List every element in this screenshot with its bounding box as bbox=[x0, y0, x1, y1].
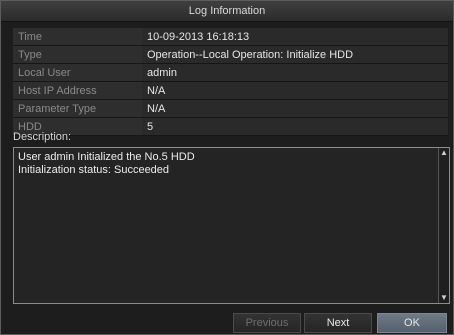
info-row-time: Time 10-09-2013 16:18:13 bbox=[13, 28, 448, 46]
log-info-table: Time 10-09-2013 16:18:13 Type Operation-… bbox=[13, 28, 448, 136]
info-row-type: Type Operation--Local Operation: Initial… bbox=[13, 45, 448, 64]
info-row-host-ip: Host IP Address N/A bbox=[13, 81, 448, 100]
description-line: User admin Initialized the No.5 HDD bbox=[18, 151, 195, 163]
ok-button[interactable]: OK bbox=[377, 313, 447, 333]
info-label: Time bbox=[13, 28, 142, 46]
description-text: User admin Initialized the No.5 HDD Init… bbox=[18, 151, 195, 177]
next-button[interactable]: Next bbox=[304, 313, 372, 333]
log-information-dialog: Log Information Time 10-09-2013 16:18:13… bbox=[0, 0, 454, 335]
info-row-local-user: Local User admin bbox=[13, 63, 448, 82]
description-textarea[interactable]: User admin Initialized the No.5 HDD Init… bbox=[13, 147, 450, 304]
info-label: Type bbox=[13, 45, 142, 64]
info-value: 5 bbox=[142, 117, 448, 136]
info-label: Parameter Type bbox=[13, 99, 142, 118]
description-scrollbar[interactable]: ▲ ▼ bbox=[438, 148, 449, 303]
dialog-title: Log Information bbox=[1, 1, 453, 22]
info-row-hdd: HDD 5 bbox=[13, 117, 448, 136]
info-value: 10-09-2013 16:18:13 bbox=[142, 28, 448, 46]
info-value: N/A bbox=[142, 99, 448, 118]
info-label: Local User bbox=[13, 63, 142, 82]
scroll-up-arrow-icon[interactable]: ▲ bbox=[439, 148, 449, 158]
info-value: Operation--Local Operation: Initialize H… bbox=[142, 45, 448, 64]
info-label: Host IP Address bbox=[13, 81, 142, 100]
previous-button[interactable]: Previous bbox=[233, 313, 301, 333]
description-line: Initialization status: Succeeded bbox=[18, 164, 170, 176]
scroll-down-arrow-icon[interactable]: ▼ bbox=[439, 293, 449, 303]
info-row-parameter-type: Parameter Type N/A bbox=[13, 99, 448, 118]
info-value: admin bbox=[142, 63, 448, 82]
info-value: N/A bbox=[142, 81, 448, 100]
description-label: Description: bbox=[13, 131, 72, 143]
